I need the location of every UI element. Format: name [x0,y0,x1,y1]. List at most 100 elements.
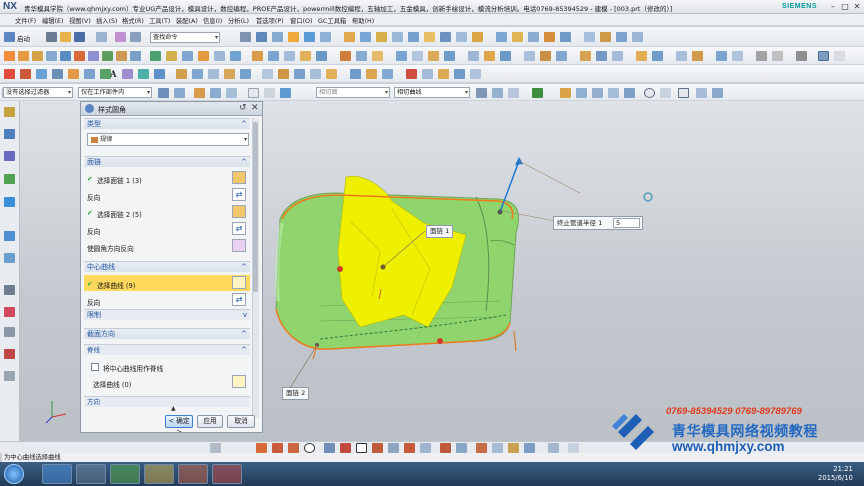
app-task-icon[interactable] [110,464,140,484]
text-tool-icon[interactable]: A [110,69,117,79]
bridge-curve-icon[interactable] [262,69,273,79]
snap-quadrant-icon[interactable] [660,88,671,98]
web-browser-icon[interactable] [4,231,15,241]
rectangle-icon[interactable] [84,69,95,79]
explorer-task-icon[interactable] [144,464,174,484]
trim-icon[interactable] [544,32,555,42]
ok-button[interactable]: < 确定 > [165,415,193,432]
face-rule-icon[interactable] [264,88,275,98]
show-hide-icon[interactable] [676,51,687,61]
menu-analysis[interactable]: 分析(L) [228,16,249,25]
pan-icon[interactable] [304,32,315,42]
menu-format[interactable]: 格式(R) [122,16,144,25]
mesh-icon[interactable] [60,51,71,61]
hyperbola-icon[interactable] [154,69,165,79]
stop-at-intersection-icon[interactable] [476,88,487,98]
rectangle-icon[interactable] [356,443,367,453]
zoom-icon[interactable] [272,32,283,42]
reverse-2-icon[interactable]: ⇄ [232,222,246,235]
command-search-input[interactable]: 查找命令 [150,32,220,43]
arc-icon[interactable] [288,443,299,453]
handle-point-1[interactable] [497,209,503,215]
menu-info[interactable]: 信息(I) [203,16,222,25]
spline-icon[interactable] [444,51,455,61]
menu-file[interactable]: 文件(F) [15,16,36,25]
law-curve-icon[interactable] [224,69,235,79]
collapse-icon[interactable]: ^ [241,262,247,272]
combined-curve-icon[interactable] [326,69,337,79]
type-section-header[interactable]: 类型 ^ [84,118,250,129]
draft-icon[interactable] [600,32,611,42]
media-task-icon[interactable] [76,464,106,484]
text-curve-icon[interactable] [556,51,567,61]
chamfer-icon[interactable] [512,32,523,42]
ie-task-icon[interactable] [42,464,72,484]
circle-tool-icon[interactable] [36,69,47,79]
shell-icon[interactable] [528,32,539,42]
polygon-icon[interactable] [372,443,383,453]
extract-curve-icon[interactable] [422,69,433,79]
menu-help[interactable]: 帮助(H) [352,16,374,25]
divide-curve-icon[interactable] [454,69,465,79]
maximize-button[interactable]: □ [840,2,850,11]
collapse-icon[interactable]: ^ [241,157,247,167]
reverse-3-icon[interactable]: ⇄ [232,293,246,306]
view-icon[interactable] [320,32,331,42]
snap-mid-icon[interactable] [226,88,237,98]
menu-preferences[interactable]: 首选项(P) [256,16,284,25]
close-button[interactable]: ✕ [852,2,862,11]
snap-midpoint-icon[interactable] [592,88,603,98]
rail1-select-label[interactable]: 选择面链 1 (3) [97,175,142,185]
section-icon[interactable] [88,51,99,61]
rails-section-header[interactable]: 面链 ^ [84,156,250,167]
constraint-icon[interactable] [548,443,559,453]
circle-icon[interactable] [304,443,315,453]
reverse-1-icon[interactable]: ⇄ [232,188,246,201]
system-scene-icon[interactable] [4,349,15,359]
scope-dropdown[interactable]: 仅在工作部件内 [78,87,152,98]
render-style-icon[interactable] [240,32,251,42]
new-icon[interactable] [46,32,57,42]
general-conic-icon[interactable] [176,69,187,79]
handle-point-2[interactable] [380,264,386,270]
deselect-icon[interactable] [174,88,185,98]
dialog-close-icon[interactable]: ✕ [251,103,259,113]
type-filter-dropdown[interactable]: 没有选择过滤器 [3,87,73,98]
x-form-icon[interactable] [300,51,311,61]
copy-icon[interactable] [130,32,141,42]
menu-view[interactable]: 视图(V) [69,16,91,25]
chain-icon[interactable] [508,88,519,98]
draft-analysis-icon[interactable] [612,51,623,61]
join-curve-icon[interactable] [294,69,305,79]
edit-curve-icon[interactable] [470,69,481,79]
layer-icon[interactable] [636,51,647,61]
fillet-curve-icon[interactable] [52,69,63,79]
face-rule-dropdown[interactable]: 相切面 [316,87,390,98]
sew-icon[interactable] [230,51,241,61]
project-curve-icon[interactable] [468,51,479,61]
spine-curve-label[interactable]: 选择曲线 (0) [93,379,131,389]
sketch-icon[interactable] [344,32,355,42]
spine-section-header[interactable]: 中心曲线 ^ [84,261,250,272]
line-tool-icon[interactable] [4,69,15,79]
select-spine-curve-icon[interactable] [232,375,246,388]
offset-icon[interactable] [584,32,595,42]
intersect-curve-icon[interactable] [484,51,495,61]
patch-icon[interactable] [268,51,279,61]
studio-spline-icon[interactable] [192,69,203,79]
menu-insert[interactable]: 插入(S) [96,16,118,25]
more-icon[interactable] [834,51,845,61]
select-curve-icon[interactable] [232,276,246,289]
minimize-button[interactable]: – [828,2,838,11]
sheet-icon[interactable] [4,51,15,61]
line-icon[interactable] [272,443,283,453]
thicken-icon[interactable] [252,51,263,61]
snap-endpoint-icon[interactable] [576,88,587,98]
snap-existing-icon[interactable] [678,88,689,98]
limits-subsection[interactable]: 限制 v [84,309,250,320]
roles-icon[interactable] [4,327,15,337]
measure-icon[interactable] [580,51,591,61]
handle-point-3[interactable] [337,266,343,272]
ruled-icon[interactable] [32,51,43,61]
law-extension-icon[interactable] [130,51,141,61]
